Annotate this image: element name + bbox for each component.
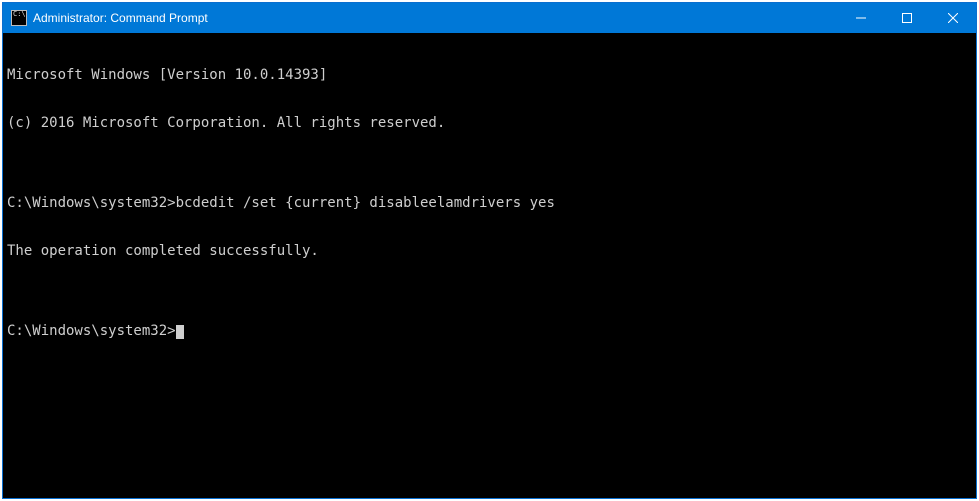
console-line: C:\Windows\system32>bcdedit /set {curren…: [7, 195, 972, 211]
minimize-icon: [856, 13, 866, 23]
command-prompt-window: Administrator: Command Prompt Microsoft …: [2, 2, 977, 499]
close-button[interactable]: [930, 3, 976, 33]
cmd-icon: [11, 10, 27, 26]
console-line: (c) 2016 Microsoft Corporation. All righ…: [7, 115, 972, 131]
close-icon: [948, 13, 958, 23]
console-area[interactable]: Microsoft Windows [Version 10.0.14393] (…: [3, 33, 976, 498]
titlebar[interactable]: Administrator: Command Prompt: [3, 3, 976, 33]
maximize-icon: [902, 13, 912, 23]
console-line: Microsoft Windows [Version 10.0.14393]: [7, 67, 972, 83]
window-title: Administrator: Command Prompt: [33, 11, 208, 25]
console-prompt-text: C:\Windows\system32>: [7, 323, 176, 339]
minimize-button[interactable]: [838, 3, 884, 33]
console-prompt-line: C:\Windows\system32>: [7, 323, 972, 339]
maximize-button[interactable]: [884, 3, 930, 33]
text-cursor: [176, 325, 184, 339]
console-line: The operation completed successfully.: [7, 243, 972, 259]
